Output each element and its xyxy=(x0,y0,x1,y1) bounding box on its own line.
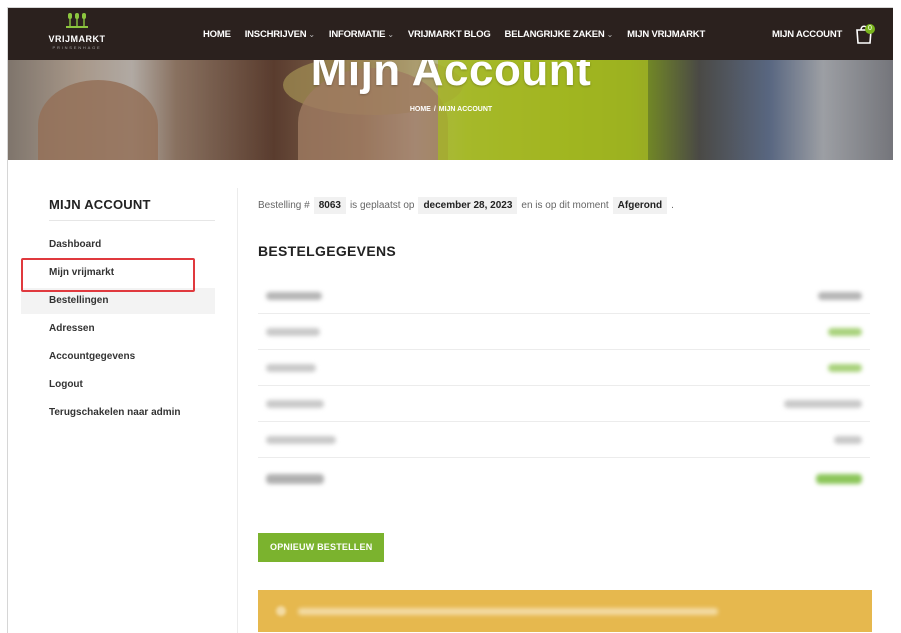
blurred-text xyxy=(816,474,862,484)
blurred-text xyxy=(828,328,862,336)
notice-banner xyxy=(258,590,872,632)
nav-item-mijn-vrijmarkt[interactable]: MIJN VRIJMARKT xyxy=(627,29,705,40)
sidebar-title: MIJN ACCOUNT xyxy=(49,197,151,212)
order-number: 8063 xyxy=(313,197,346,214)
table-row xyxy=(258,350,870,386)
status-state-text: en is op dit moment xyxy=(521,200,609,211)
breadcrumb-home[interactable]: HOME xyxy=(410,106,431,113)
info-icon xyxy=(276,606,286,616)
breadcrumb-current: MIJN ACCOUNT xyxy=(438,106,493,113)
nav-label: BELANGRIJKE ZAKEN xyxy=(504,28,605,40)
chevron-down-icon: ⌄ xyxy=(387,29,394,39)
blurred-text xyxy=(784,400,862,408)
annotation-highlight-box xyxy=(21,258,195,292)
logo-subtitle: PRINSENHAGE xyxy=(52,45,102,50)
sidebar-item-adressen[interactable]: Adressen xyxy=(49,316,215,342)
cart-count-badge: 0 xyxy=(865,24,875,34)
chevron-down-icon: ⌄ xyxy=(606,29,614,39)
main-nav: HOME INSCHRIJVEN ⌄ INFORMATIE ⌄ VRIJMARKT … xyxy=(203,8,719,60)
status-suffix: . xyxy=(671,200,674,211)
table-row xyxy=(258,422,870,458)
table-row xyxy=(258,314,870,350)
tree-logo-icon xyxy=(66,13,88,28)
blurred-text xyxy=(828,364,862,372)
blurred-text xyxy=(266,292,322,300)
status-prefix: Bestelling # xyxy=(258,200,310,211)
sidebar-item-accountgegevens[interactable]: Accountgegevens xyxy=(49,344,215,370)
order-state: Afgerond xyxy=(612,197,668,214)
status-placed-text: is geplaatst op xyxy=(349,200,415,211)
page-frame: VRIJMARKT PRINSENHAGE HOME INSCHRIJVEN ⌄ … xyxy=(7,7,893,633)
blurred-text xyxy=(266,436,336,444)
account-link[interactable]: MIJN ACCOUNT xyxy=(772,8,842,60)
top-navigation-bar: VRIJMARKT PRINSENHAGE HOME INSCHRIJVEN ⌄ … xyxy=(8,8,893,60)
sidebar-item-logout[interactable]: Logout xyxy=(49,372,215,398)
breadcrumb: HOME / MIJN ACCOUNT xyxy=(8,106,893,113)
blurred-text xyxy=(818,292,862,300)
nav-label: MIJN VRIJMARKT xyxy=(627,28,706,40)
nav-label: INSCHRIJVEN xyxy=(244,28,307,40)
sidebar-divider xyxy=(49,220,215,221)
blurred-text xyxy=(298,608,718,615)
table-total-row xyxy=(258,458,870,498)
order-details-title: BESTELGEGEVENS xyxy=(258,243,397,259)
blurred-text xyxy=(266,400,324,408)
nav-item-inschrijven[interactable]: INSCHRIJVEN ⌄ xyxy=(245,29,315,40)
blurred-text xyxy=(266,328,320,336)
nav-label: INFORMATIE xyxy=(328,28,386,40)
nav-label: VRIJMARKT BLOG xyxy=(407,28,491,40)
page-title: Mijn Account xyxy=(310,60,592,95)
blurred-text xyxy=(834,436,862,444)
order-status-line: Bestelling # 8063 is geplaatst op decemb… xyxy=(258,197,674,214)
sidebar-item-terugschakelen[interactable]: Terugschakelen naar admin xyxy=(49,400,215,426)
nav-label: HOME xyxy=(203,28,231,40)
table-header-row xyxy=(258,278,870,314)
nav-item-belangrijke-zaken[interactable]: BELANGRIJKE ZAKEN ⌄ xyxy=(505,29,614,40)
logo-name: VRIJMARKT xyxy=(48,34,106,44)
table-row xyxy=(258,386,870,422)
blurred-text xyxy=(266,364,316,372)
sidebar-item-dashboard[interactable]: Dashboard xyxy=(49,232,215,258)
reorder-button[interactable]: OPNIEUW BESTELLEN xyxy=(258,533,385,562)
column-divider xyxy=(237,188,238,633)
nav-item-vrijmarkt-blog[interactable]: VRIJMARKT BLOG xyxy=(408,29,491,40)
nav-item-home[interactable]: HOME xyxy=(203,29,231,40)
blurred-text xyxy=(266,474,324,484)
hero-banner: Mijn Account HOME / MIJN ACCOUNT xyxy=(8,60,893,160)
order-details-table xyxy=(258,278,870,498)
nav-item-informatie[interactable]: INFORMATIE ⌄ xyxy=(329,29,394,40)
chevron-down-icon: ⌄ xyxy=(308,29,315,39)
order-date: december 28, 2023 xyxy=(418,197,518,214)
site-logo[interactable]: VRIJMARKT PRINSENHAGE xyxy=(46,13,108,55)
breadcrumb-separator: / xyxy=(433,106,436,113)
